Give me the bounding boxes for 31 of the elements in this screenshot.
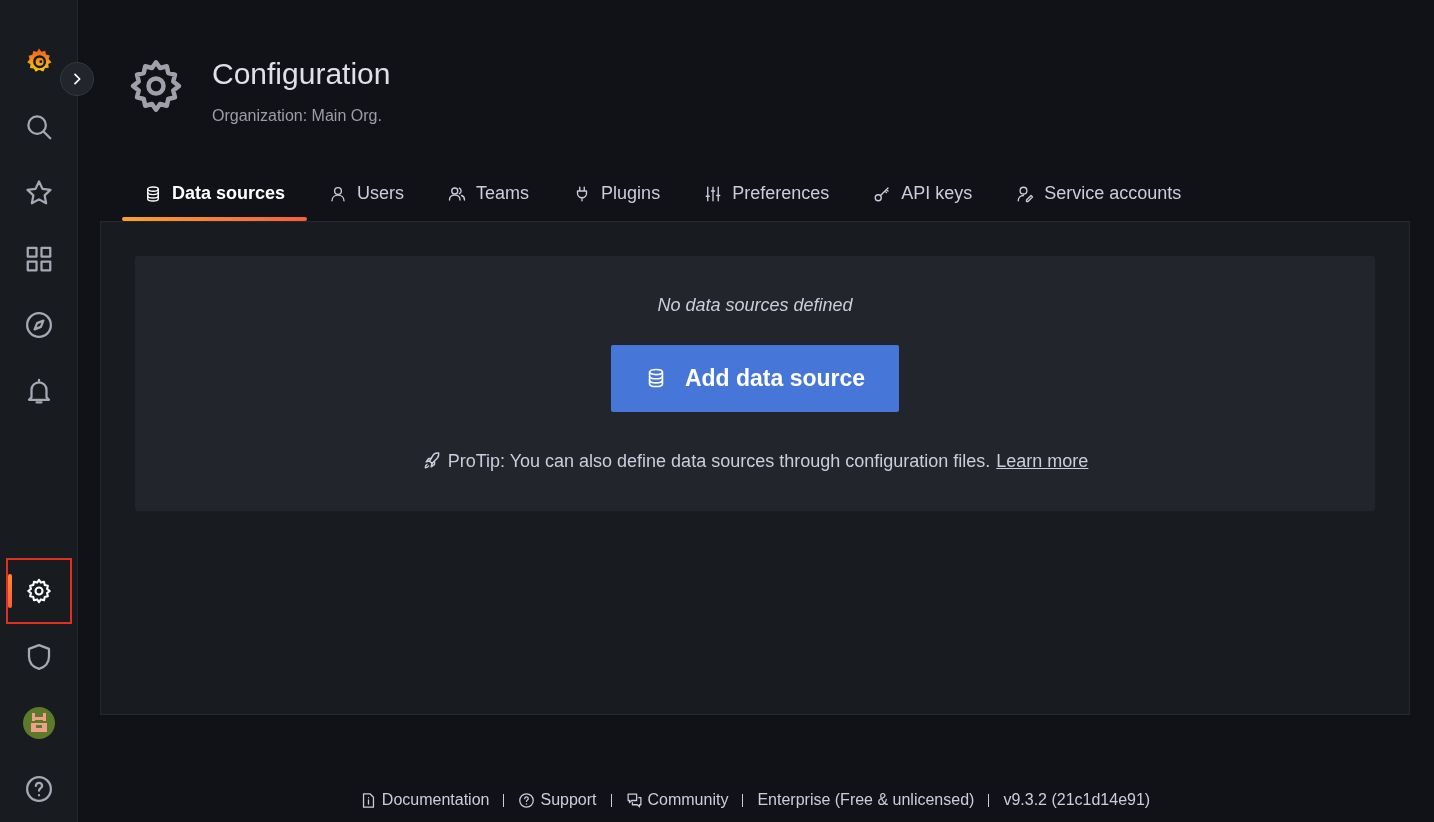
- tab[interactable]: Teams: [426, 168, 552, 221]
- help-icon: [23, 774, 54, 804]
- page-subtitle: Organization: Main Org.: [212, 106, 383, 126]
- settings-icon: [24, 577, 53, 605]
- user-icon: [329, 184, 348, 203]
- protip-text: ProTip: You can also define data sources through configuration files.: [447, 449, 991, 473]
- compass-icon: [23, 310, 54, 340]
- tab[interactable]: Preferences: [682, 168, 852, 221]
- expand-menu-button[interactable]: [60, 62, 94, 96]
- tab[interactable]: Plugins: [551, 168, 683, 221]
- sidebar-item[interactable]: [5, 558, 72, 624]
- sliders-icon: [704, 184, 723, 203]
- database-icon: [144, 184, 162, 203]
- footer-text: Enterprise (Free & unlicensed): [757, 790, 975, 810]
- learn-more-link[interactable]: Learn more: [996, 447, 1089, 475]
- avatar-icon: [22, 707, 55, 739]
- tab[interactable]: Data sources: [122, 168, 308, 221]
- page-title: Configuration: [212, 56, 391, 92]
- users-icon: [448, 184, 467, 203]
- add-data-source-button[interactable]: Add data source: [610, 345, 900, 412]
- footer-link[interactable]: Support: [518, 788, 597, 812]
- help-icon: [518, 791, 536, 809]
- chat-icon: [625, 791, 643, 809]
- footer-link[interactable]: Community: [625, 788, 729, 812]
- tab[interactable]: Users: [307, 168, 427, 221]
- empty-message: No data sources defined: [657, 294, 853, 317]
- tab[interactable]: API keys: [851, 168, 995, 221]
- user-edit-icon: [1016, 184, 1035, 203]
- footer-link[interactable]: Documentation: [359, 788, 490, 812]
- tab[interactable]: Service accounts: [994, 168, 1204, 221]
- footer-text: v9.3.2 (21c1d14e91): [1003, 790, 1151, 810]
